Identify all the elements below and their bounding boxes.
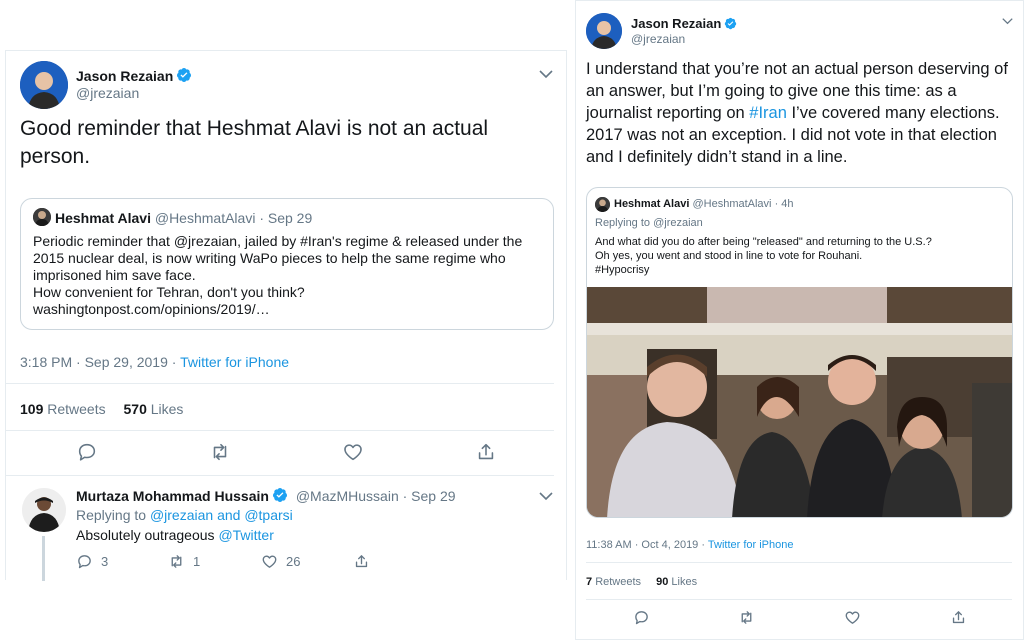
left-tweet-panel: Jason Rezaian @jrezaian Good reminder th… [5,50,567,581]
tweet-stats: 7 Retweets 90 Likes [586,576,697,588]
retweets-label: Retweets [595,576,642,588]
quoted-tweet-header: Heshmat Alavi @HeshmatAlavi · Sep 29 [55,210,312,226]
reply-tweet-text: Absolutely outrageous @Twitter [76,527,274,543]
retweet-icon[interactable] [738,609,755,626]
hashtag-link[interactable]: #Iran [749,104,787,122]
reply-action[interactable]: 3 [76,551,108,571]
tweet-source-link[interactable]: Twitter for iPhone [180,354,289,370]
replying-to[interactable]: Replying to @jrezaian [595,217,703,229]
quoted-author-handle[interactable]: @HeshmatAlavi [692,198,771,210]
share-icon[interactable] [475,441,497,463]
tweet-text: I understand that you’re not an actual p… [586,58,1016,168]
quoted-tweet-header: Heshmat Alavi @HeshmatAlavi · 4h [614,198,794,210]
retweets-count: 109 [20,401,44,417]
quoted-text-line: Oh yes, you went and stood in line to vo… [595,250,863,262]
verified-badge-icon [272,487,288,503]
thread-line [42,536,45,581]
reply-author-handle[interactable]: @MazMHussain [296,488,399,504]
reply-text: Absolutely outrageous [76,527,219,543]
tweet-timestamp: 3:18 PM · Sep 29, 2019 · Twitter for iPh… [20,354,289,370]
quoted-tweet-date: · Sep 29 [259,210,313,226]
divider [586,599,1012,600]
tweet-stats: 109 Retweets 570 Likes [20,401,183,417]
quoted-tweet-text: And what did you do after being "release… [595,235,1005,277]
share-icon[interactable] [950,609,967,626]
divider [6,383,554,384]
replying-to-prefix: Replying to [76,507,150,523]
replying-to: Replying to @jrezaian and @tparsi [76,507,293,523]
quoted-tweet-card[interactable]: Heshmat Alavi @HeshmatAlavi · Sep 29 Per… [20,198,554,330]
quoted-tweet-date: · 4h [774,198,794,210]
divider [6,475,554,476]
photo-image [587,287,1012,517]
like-count: 26 [286,553,301,569]
quoted-hashtag[interactable]: #Hypocrisy [595,263,1005,277]
author-name[interactable]: Jason Rezaian [76,67,192,84]
author-name-text: Jason Rezaian [631,16,722,31]
reply-author-name[interactable]: Murtaza Mohammad Hussain [76,488,269,504]
likes-count: 570 [123,401,147,417]
share-icon [355,554,368,567]
right-tweet-panel: Jason Rezaian @jrezaian I understand tha… [575,0,1024,640]
retweets-label: Retweets [47,401,106,417]
likes-stat[interactable]: 90 Likes [656,576,697,588]
tweet-source-link[interactable]: Twitter for iPhone [708,539,794,551]
likes-count: 90 [656,576,669,588]
reply-icon [78,554,91,568]
verified-badge-icon [724,17,737,30]
quoted-author-name[interactable]: Heshmat Alavi [614,198,689,210]
author-name-text: Jason Rezaian [76,68,174,84]
likes-label: Likes [671,576,698,588]
retweets-count: 7 [586,576,593,588]
retweets-stat[interactable]: 109 Retweets [20,401,106,417]
reply-tweet-header: Murtaza Mohammad Hussain @MazMHussain · … [76,487,456,504]
quoted-text-line: And what did you do after being "release… [595,236,932,248]
tweet-timestamp: 11:38 AM · Oct 4, 2019 · Twitter for iPh… [586,539,793,551]
retweets-stat[interactable]: 7 Retweets [586,576,641,588]
chevron-down-icon[interactable] [1002,17,1013,25]
quoted-tweet-text: Periodic reminder that @jrezaian, jailed… [33,233,548,318]
reply-count: 3 [101,553,109,569]
timestamp-text: 11:38 AM · Oct 4, 2019 · [586,539,708,551]
divider [586,562,1012,563]
chevron-down-icon[interactable] [539,491,553,501]
quoted-author-handle[interactable]: @HeshmatAlavi [155,210,256,226]
quoted-link[interactable]: washingtonpost.com/opinions/2019/… [33,301,548,318]
verified-badge-icon [176,67,192,83]
author-handle[interactable]: @jrezaian [76,85,139,101]
quoted-text-line: Periodic reminder that @jrezaian, jailed… [33,233,523,283]
avatar[interactable] [22,488,66,532]
quoted-author-name[interactable]: Heshmat Alavi [55,210,151,226]
avatar[interactable] [595,197,610,212]
retweet-icon [171,554,182,568]
replying-to-users[interactable]: @jrezaian and @tparsi [150,507,293,523]
avatar[interactable] [33,208,51,226]
chevron-down-icon[interactable] [539,69,553,79]
tweet-text: Good reminder that Heshmat Alavi is not … [20,117,489,168]
retweet-count: 1 [193,553,201,569]
retweet-icon[interactable] [209,441,231,463]
share-action[interactable] [353,551,378,571]
tweet-action-bar [6,441,554,465]
likes-label: Likes [150,401,184,417]
like-icon[interactable] [342,441,364,463]
quoted-tweet-card[interactable]: Heshmat Alavi @HeshmatAlavi · 4h Replyin… [586,187,1013,518]
avatar[interactable] [20,61,68,109]
timestamp-text: 3:18 PM · Sep 29, 2019 · [20,354,181,370]
reply-icon[interactable] [76,441,98,463]
like-action[interactable]: 26 [261,551,300,571]
author-name[interactable]: Jason Rezaian [631,16,737,31]
author-handle[interactable]: @jrezaian [631,32,685,46]
like-icon[interactable] [844,609,861,626]
reply-tweet-date: · Sep 29 [402,488,456,504]
quoted-text-line: How convenient for Tehran, don't you thi… [33,284,305,300]
mention-link[interactable]: @Twitter [218,527,273,543]
divider [6,430,554,431]
tweet-photo[interactable] [587,287,1012,517]
like-icon [262,555,277,568]
avatar[interactable] [586,13,622,49]
likes-stat[interactable]: 570 Likes [124,401,184,417]
reply-icon[interactable] [633,609,650,626]
retweet-action[interactable]: 1 [168,551,200,571]
